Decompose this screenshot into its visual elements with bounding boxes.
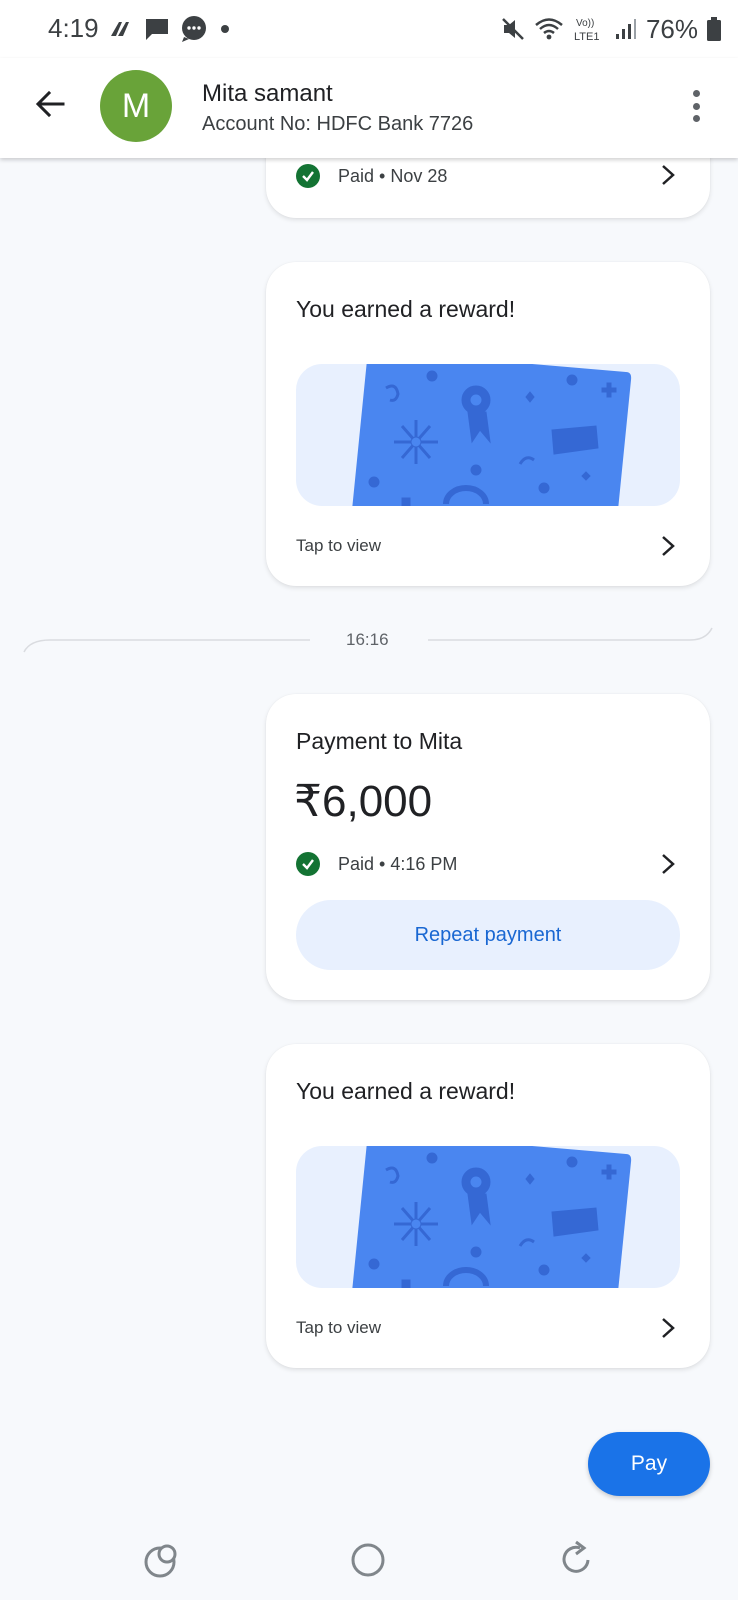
volte-lte-icon: Vo)) LTE1	[574, 18, 599, 43]
reward-card[interactable]: You earned a reward! Tap to view	[266, 1044, 710, 1368]
battery-icon	[707, 17, 721, 41]
scratch-card-illustration	[352, 364, 632, 506]
paid-status: Paid • 4:16 PM	[338, 853, 458, 874]
svg-text:LTE1: LTE1	[574, 31, 599, 43]
system-nav-bar	[0, 1520, 738, 1600]
paid-status-row: Paid • 4:16 PM	[296, 852, 457, 876]
back-button[interactable]	[28, 82, 72, 126]
pay-button[interactable]: Pay	[588, 1432, 710, 1496]
check-circle-icon	[296, 852, 320, 876]
dot-icon	[221, 25, 229, 33]
battery-percent: 76%	[645, 13, 698, 44]
reward-image	[296, 364, 680, 506]
reward-card[interactable]: You earned a reward! Tap to view	[266, 262, 710, 586]
more-options-button[interactable]	[684, 86, 708, 126]
reward-title: You earned a reward!	[296, 1078, 516, 1104]
status-bar: 4:19 Vo)) LTE1 76%	[0, 0, 738, 58]
assistant-icon[interactable]	[140, 1538, 184, 1582]
chevron-right-icon[interactable]	[658, 534, 678, 558]
paid-status-row: Paid • Nov 28	[296, 164, 447, 188]
svg-text:Vo)): Vo))	[576, 18, 594, 29]
more-vert-icon	[692, 115, 700, 122]
chevron-right-icon[interactable]	[658, 163, 678, 187]
paid-status: Paid • Nov 28	[338, 165, 448, 186]
message-icon	[146, 19, 168, 40]
chat-bubble-icon	[182, 16, 206, 42]
contact-account: Account No: HDFC Bank 7726	[202, 113, 474, 135]
reward-image	[296, 1146, 680, 1288]
chevron-right-icon[interactable]	[658, 1316, 678, 1340]
repeat-payment-button[interactable]: Repeat payment	[296, 900, 680, 970]
rotate-icon[interactable]	[554, 1538, 598, 1582]
contact-name[interactable]: Mita samant	[202, 80, 333, 108]
status-right-icons: Vo)) LTE1 76%	[500, 12, 722, 46]
avatar[interactable]: M	[100, 70, 172, 142]
home-icon[interactable]	[346, 1538, 390, 1582]
chevron-right-icon[interactable]	[658, 852, 678, 876]
arrow-back-icon	[35, 90, 65, 118]
more-vert-icon	[692, 102, 700, 110]
status-time: 4:19	[48, 13, 99, 43]
mute-icon	[502, 18, 524, 40]
conversation-header: M Mita samant Account No: HDFC Bank 7726	[0, 58, 738, 158]
tap-to-view-label: Tap to view	[296, 536, 382, 555]
app-notification-icon	[111, 22, 129, 36]
scratch-card-illustration	[352, 1146, 632, 1288]
reward-title: You earned a reward!	[296, 296, 516, 322]
payment-card[interactable]: Payment to Mita ₹6,000 Paid • 4:16 PM Re…	[266, 694, 710, 1000]
tap-to-view-label: Tap to view	[296, 1318, 382, 1337]
signal-icon	[615, 19, 636, 39]
wifi-icon	[535, 18, 563, 40]
status-left-icons	[108, 14, 232, 44]
time-divider: 16:16	[0, 620, 738, 660]
payment-amount: ₹6,000	[294, 777, 433, 826]
divider-time-label: 16:16	[346, 630, 389, 649]
check-circle-icon	[296, 164, 320, 188]
more-vert-icon	[692, 90, 700, 97]
payment-title: Payment to Mita	[296, 728, 463, 754]
